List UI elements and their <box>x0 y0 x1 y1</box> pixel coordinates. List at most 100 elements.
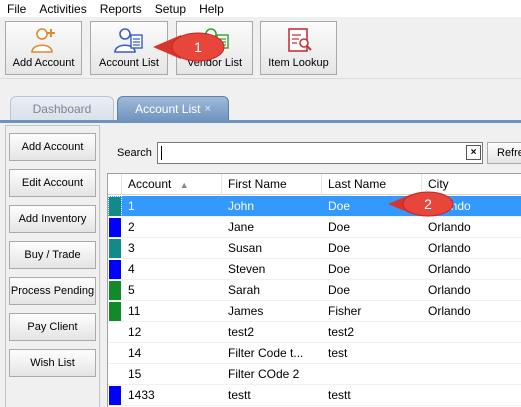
tab-account-list-label: Account List <box>135 102 201 116</box>
cell-first: Steven <box>228 262 266 276</box>
tab-underline <box>0 120 521 123</box>
table-row[interactable]: 3 Susan Doe Orlando <box>108 238 521 259</box>
cell-first: testt <box>228 388 251 402</box>
cell-city <box>422 385 521 406</box>
item-lookup-label: Item Lookup <box>268 57 329 69</box>
cell-account: 12 <box>128 325 142 339</box>
cell-city <box>422 364 521 385</box>
account-list-icon <box>114 28 143 53</box>
menu-help[interactable]: Help <box>199 2 224 16</box>
sort-ascending-icon: ▲ <box>179 180 189 190</box>
text-caret <box>161 146 162 160</box>
cell-city: Orlando <box>428 241 471 255</box>
cell-account: 2 <box>128 220 135 234</box>
callout-2-label: 2 <box>424 196 432 212</box>
account-grid: Account ▲ First Name Last Name City 1 Joh… <box>107 173 521 407</box>
cell-account: 1433 <box>128 388 155 402</box>
table-row[interactable]: 12 test2 test2 <box>108 322 521 343</box>
cell-account: 3 <box>128 241 135 255</box>
table-row[interactable]: 5 Sarah Doe Orlando <box>108 280 521 301</box>
toolbar: Add Account Account List Vendor List Ite… <box>0 17 521 79</box>
side-panel: Add Account Edit Account Add Inventory B… <box>5 125 100 407</box>
header-swatch-column <box>108 174 122 195</box>
cell-first: Sarah <box>228 283 261 297</box>
column-header-account[interactable]: Account ▲ <box>122 174 222 195</box>
search-label: Search <box>117 147 152 159</box>
cell-last: Fisher <box>328 304 362 318</box>
cell-account: 14 <box>128 346 142 360</box>
side-buy-trade-button[interactable]: Buy / Trade <box>9 241 96 269</box>
table-row[interactable]: 14 Filter Code t... test <box>108 343 521 364</box>
add-account-toolbar-button[interactable]: Add Account <box>5 21 82 75</box>
grid-header: Account ▲ First Name Last Name City <box>108 174 521 195</box>
row-color-swatch <box>109 386 121 405</box>
column-account-label: Account <box>128 177 172 191</box>
cell-last: testt <box>328 388 351 402</box>
row-color-swatch <box>109 239 121 258</box>
cell-last: Doe <box>328 262 351 276</box>
callout-2-marker: 2 <box>388 191 454 217</box>
table-row[interactable]: 1JohnDoeOrlando <box>108 196 521 217</box>
cell-account: 4 <box>128 262 135 276</box>
side-add-account-button[interactable]: Add Account <box>9 133 96 161</box>
item-lookup-toolbar-button[interactable]: Item Lookup <box>260 21 337 75</box>
cell-account: 15 <box>128 367 142 381</box>
tab-strip: Dashboard Account List × <box>0 93 521 121</box>
menu-bar: File Activities Reports Setup Help <box>0 0 521 17</box>
menu-setup[interactable]: Setup <box>155 2 186 16</box>
cell-city <box>422 322 521 343</box>
tab-account-list[interactable]: Account List × <box>117 96 229 121</box>
menu-activities[interactable]: Activities <box>39 2 86 16</box>
row-color-swatch <box>108 196 122 217</box>
row-color-swatch <box>109 365 121 384</box>
callout-1-label: 1 <box>194 39 202 55</box>
row-color-swatch <box>109 218 121 237</box>
table-row[interactable]: 11 James Fisher Orlando <box>108 301 521 322</box>
side-wish-list-button[interactable]: Wish List <box>9 349 96 377</box>
search-input[interactable] <box>157 142 483 164</box>
cell-first: James <box>228 304 264 318</box>
tab-dashboard-label: Dashboard <box>32 102 92 116</box>
cell-first: Filter COde 2 <box>228 367 300 381</box>
table-row[interactable]: 1433 testt testt <box>108 385 521 406</box>
row-color-swatch <box>109 281 121 300</box>
clear-search-icon[interactable]: × <box>466 145 481 160</box>
cell-first: Filter Code t... <box>228 346 304 360</box>
cell-city: Orlando <box>428 220 471 234</box>
side-process-pending-button[interactable]: Process Pending <box>9 277 96 305</box>
tab-close-icon[interactable]: × <box>204 103 210 115</box>
cell-city <box>422 343 521 364</box>
refresh-button[interactable]: Refresh <box>487 142 521 164</box>
callout-1-marker: 1 <box>153 32 225 62</box>
cell-account: 1 <box>128 199 135 213</box>
cell-last <box>322 364 422 385</box>
row-color-swatch <box>109 260 121 279</box>
row-color-swatch <box>109 302 121 321</box>
add-account-label: Add Account <box>12 57 75 69</box>
cell-first: test2 <box>228 325 255 339</box>
table-row[interactable]: 2 Jane Doe Orlando <box>108 217 521 238</box>
table-row[interactable]: 4 Steven Doe Orlando <box>108 259 521 280</box>
row-color-swatch <box>109 323 121 342</box>
cell-last: Doe <box>328 241 351 255</box>
cell-account: 11 <box>128 304 141 318</box>
table-row[interactable]: 15 Filter COde 2 <box>108 364 521 385</box>
side-edit-account-button[interactable]: Edit Account <box>9 169 96 197</box>
side-pay-client-button[interactable]: Pay Client <box>9 313 96 341</box>
cell-account: 5 <box>128 283 135 297</box>
cell-last: Doe <box>328 283 351 297</box>
cell-last: Doe <box>328 220 351 234</box>
menu-file[interactable]: File <box>7 2 26 16</box>
side-add-inventory-button[interactable]: Add Inventory <box>9 205 96 233</box>
add-account-icon <box>30 28 55 53</box>
cell-first: John <box>228 199 255 213</box>
column-header-first-name[interactable]: First Name <box>222 174 322 195</box>
row-color-swatch <box>109 344 121 363</box>
menu-reports[interactable]: Reports <box>100 2 142 16</box>
tab-dashboard[interactable]: Dashboard <box>10 96 114 121</box>
cell-city: Orlando <box>428 304 471 318</box>
cell-first: Susan <box>228 241 263 255</box>
cell-last: test <box>328 346 348 360</box>
cell-city: Orlando <box>428 283 471 297</box>
cell-last: test2 <box>328 325 355 339</box>
